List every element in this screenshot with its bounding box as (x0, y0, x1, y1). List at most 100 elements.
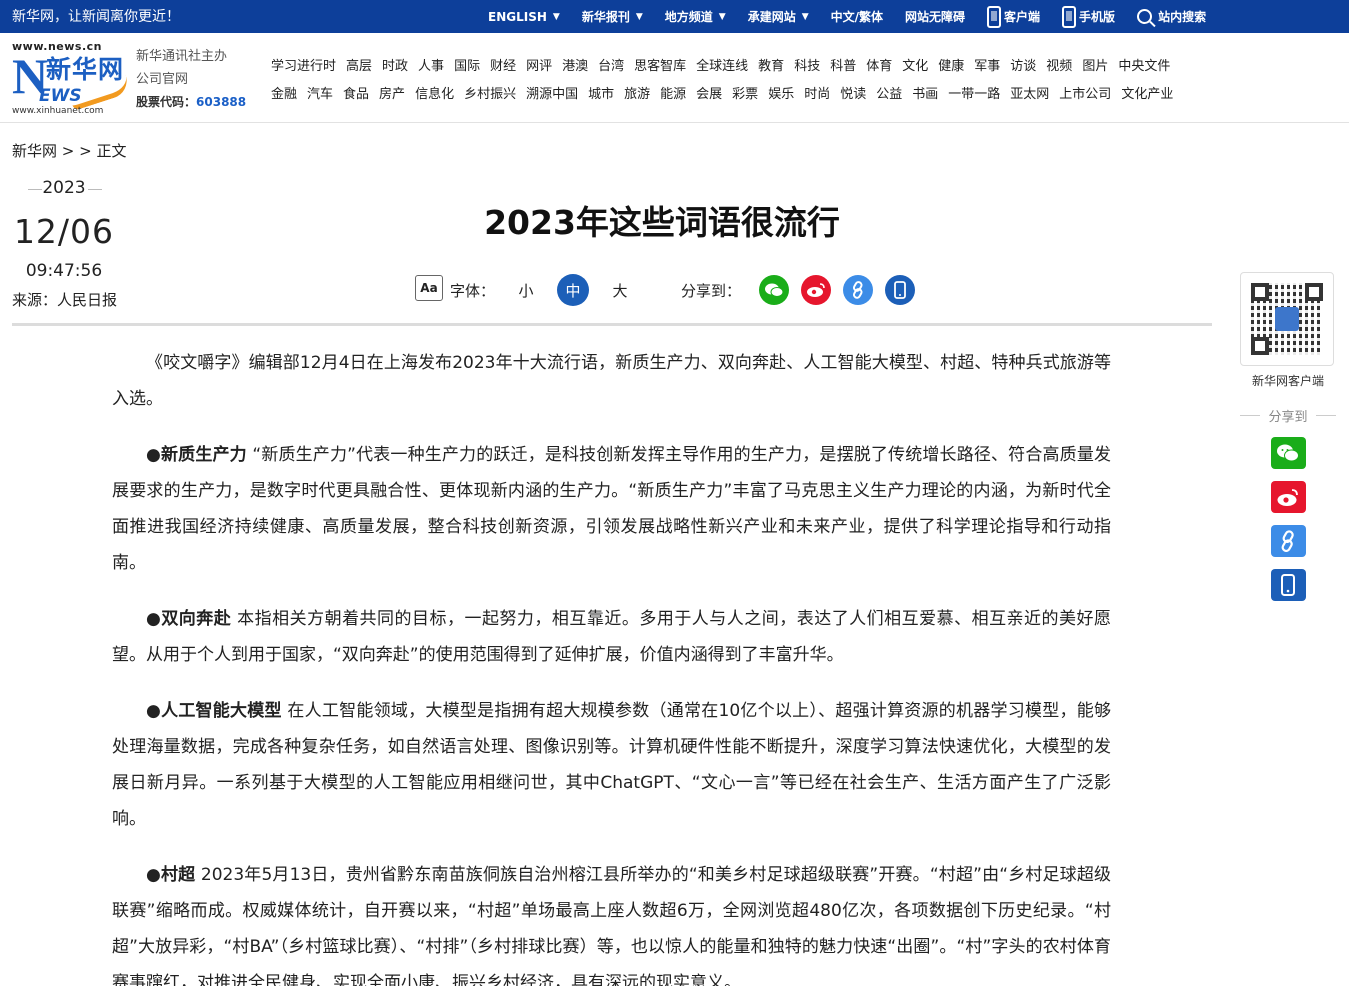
article-meta: 2023 12/06 09:47:56 来源：人民日报 (12, 178, 117, 310)
mobile-icon[interactable] (885, 275, 916, 305)
link-icon[interactable] (843, 275, 874, 305)
publish-year: 2023 (12, 178, 116, 202)
nav-item[interactable]: 食品 (343, 83, 369, 102)
nav-item[interactable]: 中央文件 (1118, 55, 1170, 74)
nav-item[interactable]: 溯源中国 (526, 83, 578, 102)
nav-item[interactable]: 健康 (938, 55, 964, 74)
sponsor-line-2[interactable]: 公司官网 (136, 68, 246, 91)
nav-item[interactable]: 悦读 (840, 83, 866, 102)
link-icon[interactable] (1270, 525, 1306, 557)
top-link-search[interactable]: 站内搜索 (1137, 8, 1206, 25)
qr-corner (1305, 283, 1323, 301)
top-link-english[interactable]: ENGLISH ▼ (488, 10, 560, 24)
wechat-icon[interactable] (1270, 437, 1306, 469)
nav-item[interactable]: 体育 (866, 55, 892, 74)
top-link-label: 地方频道 (664, 10, 713, 24)
nav-item[interactable]: 视频 (1046, 55, 1072, 74)
nav-item[interactable]: 思客智库 (634, 55, 686, 74)
nav-item[interactable]: 文化 (902, 55, 928, 74)
float-share-label: 分享到 (1240, 406, 1336, 425)
nav-item[interactable]: 会展 (696, 83, 722, 102)
top-link-accessibility[interactable]: 网站无障碍 (905, 8, 965, 25)
nav-item[interactable]: 教育 (758, 55, 784, 74)
wechat-icon[interactable] (759, 275, 790, 305)
nav-item[interactable]: 信息化 (415, 83, 454, 102)
top-link-label: 新华报刊 (581, 10, 630, 24)
top-link-label: 客户端 (1004, 10, 1041, 24)
nav-item[interactable]: 公益 (876, 83, 902, 102)
qr-pattern (1251, 283, 1323, 355)
nav-item[interactable]: 时政 (382, 55, 408, 74)
share-label: 分享到： (681, 281, 742, 300)
nav-item[interactable]: 旅游 (624, 83, 650, 102)
nav-item[interactable]: 娱乐 (768, 83, 794, 102)
site-logo[interactable]: www.news.cn N 新华网 EWS www.xinhuanet.com (12, 40, 132, 116)
nav-item[interactable]: 金融 (271, 83, 297, 102)
nav-item[interactable]: 汽车 (307, 83, 333, 102)
logo-url-bottom: www.xinhuanet.com (12, 106, 104, 116)
chevron-down-icon: ▼ (801, 11, 809, 22)
nav-item[interactable]: 图片 (1082, 55, 1108, 74)
top-link-client[interactable]: 客户端 (987, 5, 1041, 28)
site-slogan: 新华网，让新闻离你更近！ (12, 9, 180, 25)
nav-item[interactable]: 彩票 (732, 83, 758, 102)
nav-item[interactable]: 台湾 (598, 55, 624, 74)
nav-item[interactable]: 房产 (379, 83, 405, 102)
paragraph-head: ●新质生产力 (146, 445, 247, 465)
publish-time: 09:47:56 (25, 261, 103, 281)
qr-corner (1251, 283, 1269, 301)
article-paragraph: ●人工智能大模型 在人工智能领域，大模型是指拥有超大规模参数（通常在10亿个以上… (112, 693, 1111, 837)
stock-label: 股票代码： (136, 95, 197, 109)
weibo-icon[interactable] (801, 275, 832, 305)
mobile-icon[interactable] (1270, 569, 1306, 601)
nav-item[interactable]: 文化产业 (1121, 83, 1173, 102)
nav-item[interactable]: 人事 (418, 55, 444, 74)
nav-item[interactable]: 能源 (660, 83, 686, 102)
top-link-sites[interactable]: 承建网站 ▼ (748, 8, 809, 25)
qr-code-icon (1240, 272, 1334, 366)
article-paragraph: ●村超 2023年5月13日，贵州省黔东南苗族侗族自治州榕江县所举办的“和美乡村… (112, 857, 1111, 986)
nav-item[interactable]: 访谈 (1010, 55, 1036, 74)
paragraph-head: ●村超 (146, 865, 196, 885)
nav-item[interactable]: 科技 (794, 55, 820, 74)
top-link-mobile[interactable]: 手机版 (1062, 5, 1115, 28)
nav-item[interactable]: 乡村振兴 (464, 83, 516, 102)
article-paragraph: ●新质生产力 “新质生产力”代表一种生产力的跃迁，是科技创新发挥主导作用的生产力… (112, 437, 1111, 581)
paragraph-text: “新质生产力”代表一种生产力的跃迁，是科技创新发挥主导作用的生产力，是摆脱了传统… (112, 445, 1111, 573)
breadcrumb[interactable]: 新华网 > > 正文 (12, 140, 126, 161)
nav-item[interactable]: 亚太网 (1010, 83, 1049, 102)
qr-logo (1275, 307, 1299, 331)
nav-item[interactable]: 网评 (526, 55, 552, 74)
paragraph-text: 《咬文嚼字》编辑部12月4日在上海发布2023年十大流行语，新质生产力、双向奔赴… (112, 353, 1111, 409)
font-small-button[interactable]: 小 (510, 274, 542, 306)
nav-item[interactable]: 城市 (588, 83, 614, 102)
top-link-newspapers[interactable]: 新华报刊 ▼ (582, 8, 643, 25)
top-link-label: 中文/繁体 (830, 10, 884, 24)
nav-item[interactable]: 科普 (830, 55, 856, 74)
top-links: ENGLISH ▼ 新华报刊 ▼ 地方频道 ▼ 承建网站 ▼ 中文/繁体 网站无障碍 客… (488, 0, 1228, 33)
paragraph-head: ●人工智能大模型 (146, 701, 282, 721)
chevron-down-icon: ▼ (635, 11, 643, 22)
top-link-local[interactable]: 地方频道 ▼ (665, 8, 726, 25)
top-link-label: 网站无障碍 (905, 10, 966, 24)
nav-item[interactable]: 高层 (346, 55, 372, 74)
font-medium-button[interactable]: 中 (557, 274, 590, 306)
nav-item[interactable]: 全球连线 (696, 55, 748, 74)
mobile-phone-icon (1062, 5, 1077, 28)
nav-item[interactable]: 港澳 (562, 55, 588, 74)
top-link-traditional[interactable]: 中文/繁体 (831, 8, 883, 25)
article-paragraph: ●双向奔赴 本指相关方朝着共同的目标，一起努力，相互靠近。多用于人与人之间，表达… (112, 601, 1111, 673)
nav-item[interactable]: 国际 (454, 55, 480, 74)
nav-item[interactable]: 上市公司 (1059, 83, 1111, 102)
nav-item[interactable]: 财经 (490, 55, 516, 74)
nav-item[interactable]: 时尚 (804, 83, 830, 102)
weibo-icon[interactable] (1270, 481, 1306, 513)
nav-item[interactable]: 军事 (974, 55, 1000, 74)
font-large-button[interactable]: 大 (604, 274, 636, 306)
nav-item[interactable]: 学习进行时 (271, 55, 336, 74)
channel-nav-row-2: 金融 汽车 食品 房产 信息化 乡村振兴 溯源中国 城市 旅游 能源 会展 彩票 娱乐 时尚 悦读 公益 书画一… (271, 78, 1183, 106)
chevron-down-icon: ▼ (718, 11, 726, 22)
nav-item[interactable]: 书画 (912, 83, 938, 102)
nav-item[interactable]: 一带一路 (948, 83, 1000, 102)
stock-number[interactable]: 603888 (196, 95, 246, 109)
